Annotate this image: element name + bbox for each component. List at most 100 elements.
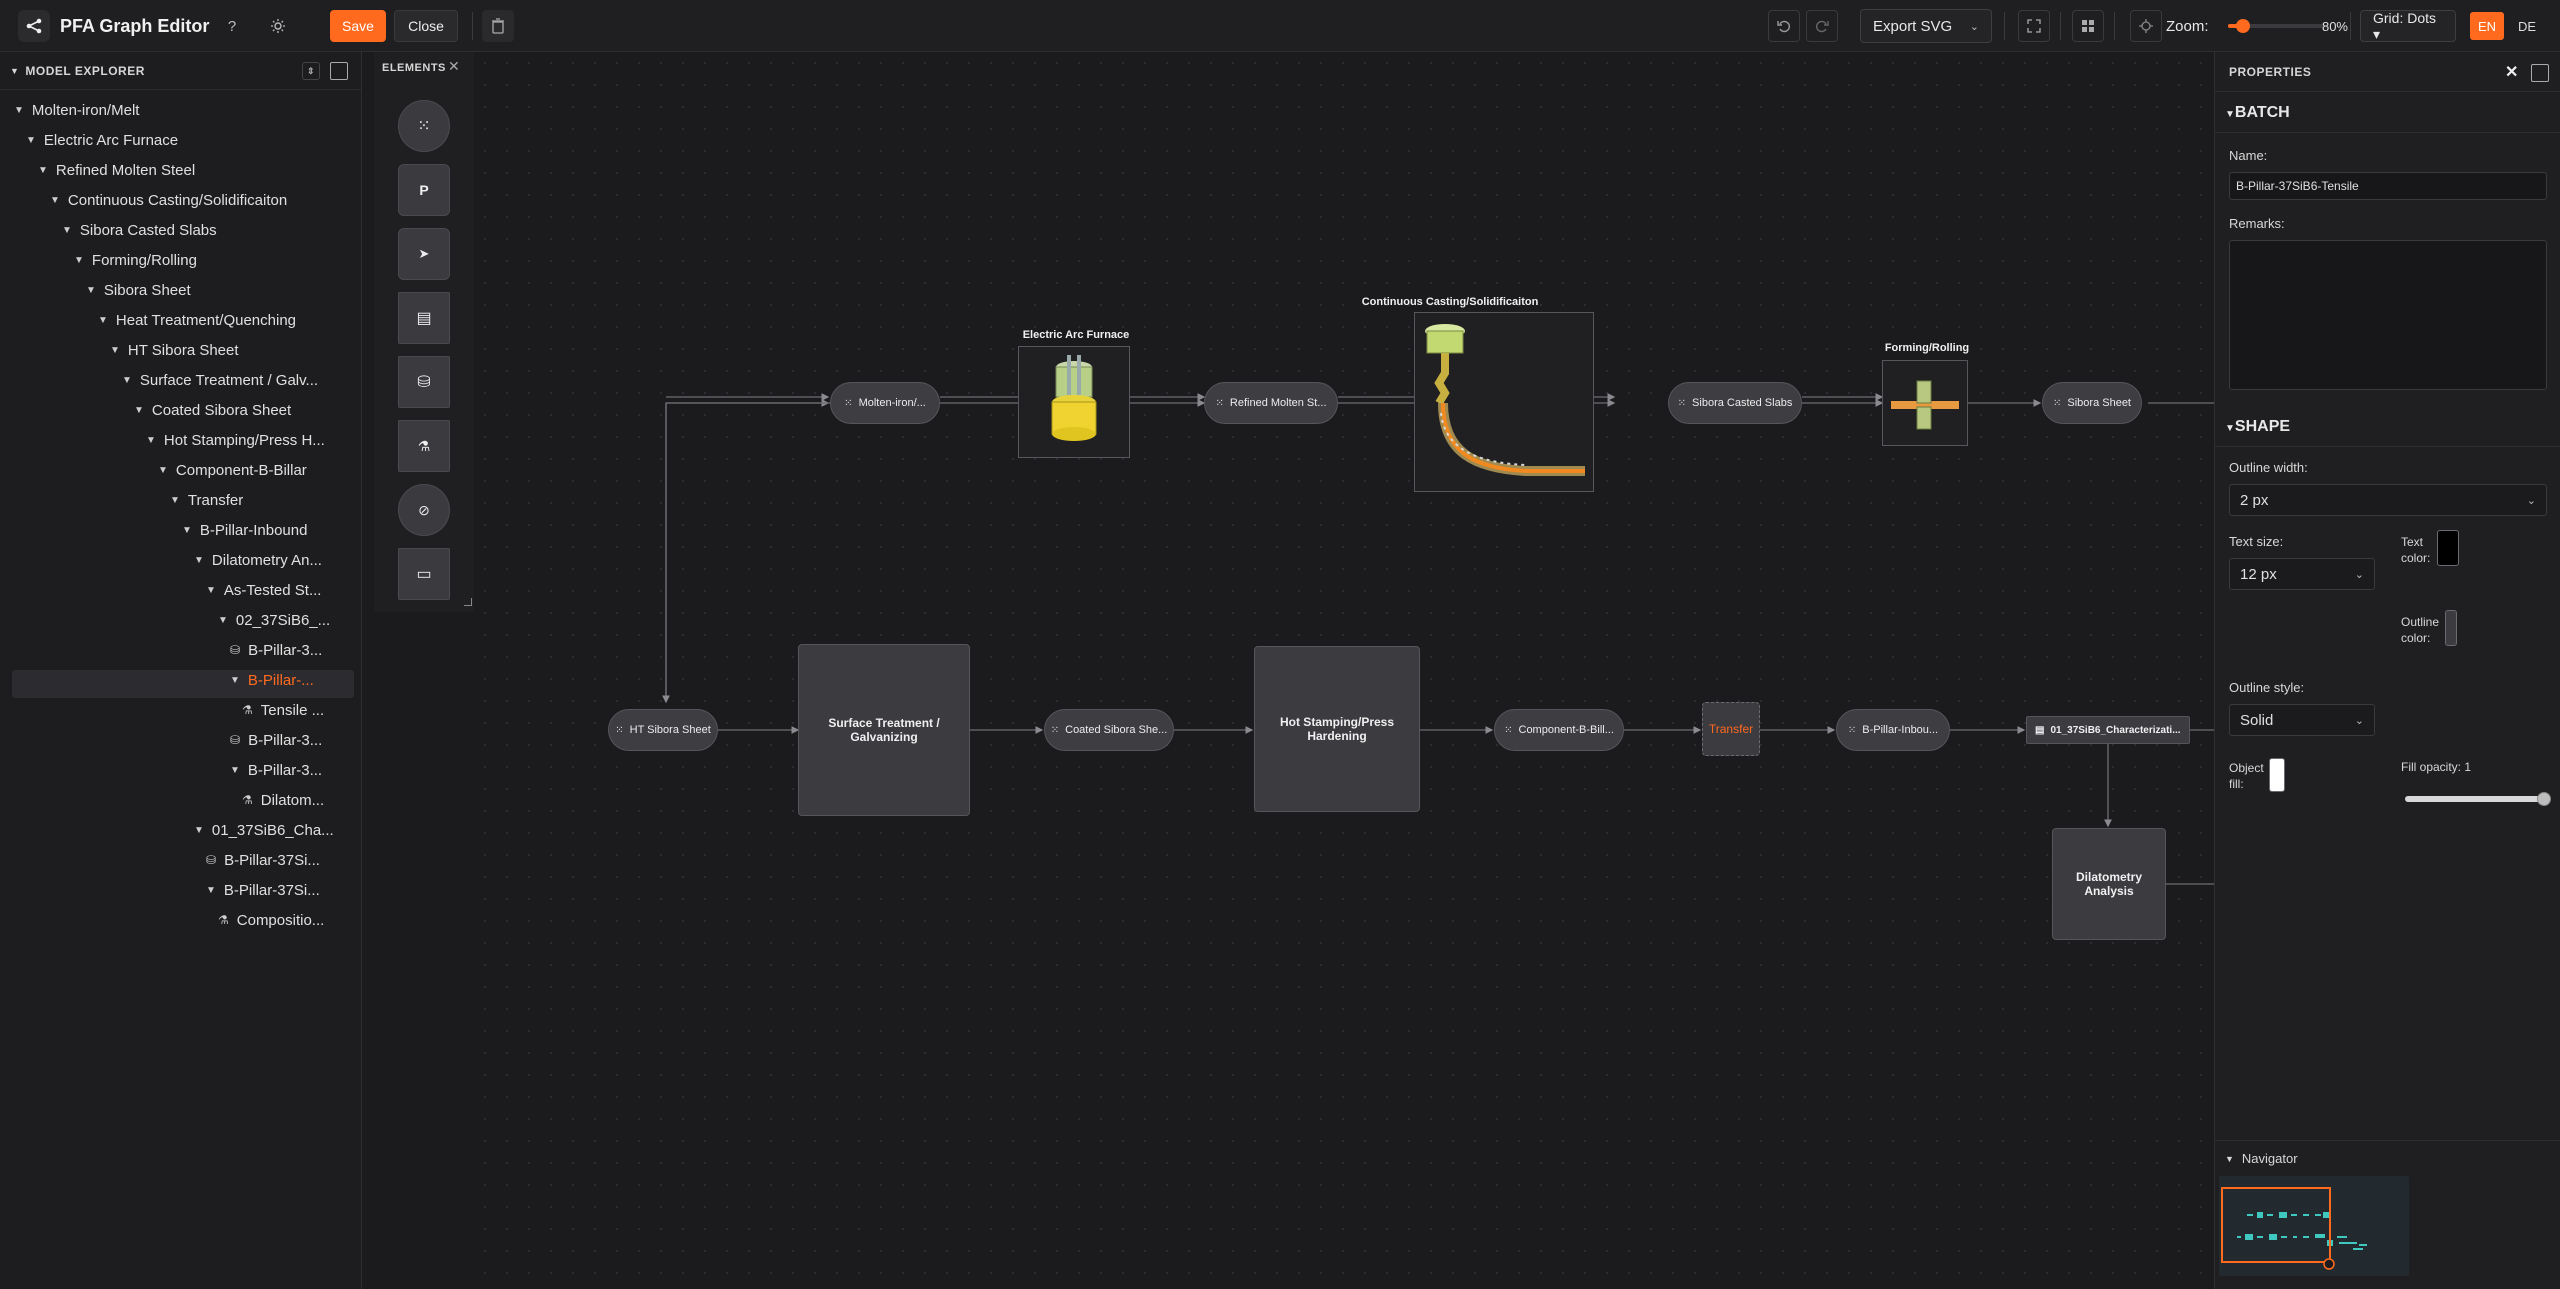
tree-item[interactable]: ▼ B-Pillar-37Si... <box>206 876 320 904</box>
comment-node-button[interactable]: ▭ <box>398 548 450 600</box>
auto-layout-icon[interactable] <box>2072 10 2104 42</box>
grid-dropdown[interactable]: Grid: Dots ▾ <box>2360 10 2456 42</box>
document-node-button[interactable]: ▤ <box>398 292 450 344</box>
expand-caret-icon[interactable]: ▼ <box>74 255 84 266</box>
collapse-caret-icon[interactable]: ▼ <box>10 66 19 76</box>
expand-caret-icon[interactable]: ▼ <box>14 105 24 116</box>
continuous-casting-node[interactable] <box>1414 312 1594 492</box>
tree-item[interactable]: ▼ As-Tested St... <box>206 576 321 604</box>
undo-icon[interactable] <box>1768 10 1800 42</box>
tree-item[interactable]: ⚗ Tensile ... <box>242 696 324 724</box>
zoom-slider-handle[interactable] <box>2235 19 2250 33</box>
tree-item[interactable]: ▼ Electric Arc Furnace <box>26 126 178 154</box>
tree-item[interactable]: ▼ Refined Molten Steel <box>38 156 195 184</box>
tree-item[interactable]: ▼ Coated Sibora Sheet <box>134 396 291 424</box>
tree-item[interactable]: ▼ Transfer <box>170 486 243 514</box>
batch-section-header[interactable]: ▼BATCH <box>2225 104 2290 122</box>
expand-caret-icon[interactable]: ▼ <box>50 195 60 206</box>
outline-width-select[interactable]: 2 px ⌄ <box>2229 484 2547 516</box>
outline-style-select[interactable]: Solid ⌄ <box>2229 704 2375 736</box>
tree-item[interactable]: ⚗ Compositio... <box>218 906 324 934</box>
fill-opacity-handle[interactable] <box>2537 792 2551 806</box>
expand-caret-icon[interactable]: ▼ <box>182 525 192 536</box>
product-node-refined-molten-steel[interactable]: ⁙ Refined Molten St... <box>1204 382 1338 424</box>
product-node-component-b-billar[interactable]: ⁙ Component-B-Bill... <box>1494 709 1624 751</box>
expand-caret-icon[interactable]: ▼ <box>38 165 48 176</box>
tree-item[interactable]: ▼ Hot Stamping/Press H... <box>146 426 325 454</box>
tree-item[interactable]: ▼ Sibora Casted Slabs <box>62 216 217 244</box>
tree-item[interactable]: ▼ B-Pillar-... <box>230 666 314 694</box>
expand-caret-icon[interactable]: ▼ <box>62 225 72 236</box>
expand-caret-icon[interactable]: ▼ <box>134 405 144 416</box>
tree-item[interactable]: ▼ Dilatometry An... <box>194 546 322 574</box>
tree-item[interactable]: ▼ B-Pillar-3... <box>230 756 322 784</box>
sort-icon[interactable]: ⇕ <box>302 62 320 80</box>
expand-caret-icon[interactable]: ▼ <box>206 585 216 596</box>
text-color-swatch[interactable] <box>2437 530 2459 566</box>
expand-caret-icon[interactable]: ▼ <box>98 315 108 326</box>
lang-de-button[interactable]: DE <box>2510 12 2544 40</box>
expand-caret-icon[interactable]: ▼ <box>146 435 156 446</box>
graph-canvas[interactable]: ⁙ Molten-iron/... Electric Arc Furnace ⁙… <box>474 52 2214 1289</box>
link-node-button[interactable]: ⊘ <box>398 484 450 536</box>
delete-icon[interactable] <box>482 10 514 42</box>
expand-caret-icon[interactable]: ▼ <box>230 675 240 686</box>
product-node-coated-sibora-sheet[interactable]: ⁙ Coated Sibora She... <box>1044 709 1174 751</box>
tree-item[interactable]: ▼ HT Sibora Sheet <box>110 336 239 364</box>
save-button[interactable]: Save <box>330 10 386 42</box>
navigator-minimap[interactable] <box>2219 1176 2409 1276</box>
navigator-header[interactable]: ▼ Navigator <box>2215 1140 2560 1176</box>
process-surface-treatment[interactable]: Surface Treatment / Galvanizing <box>798 644 970 816</box>
tree-item[interactable]: ▼ Molten-iron/Melt <box>14 96 139 124</box>
expand-caret-icon[interactable]: ▼ <box>158 465 168 476</box>
outline-color-swatch[interactable] <box>2445 610 2457 646</box>
redo-icon[interactable] <box>1806 10 1838 42</box>
expand-caret-icon[interactable]: ▼ <box>206 885 216 896</box>
transfer-node-button[interactable]: ➤ <box>398 228 450 280</box>
product-node-sibora-sheet[interactable]: ⁙ Sibora Sheet <box>2042 382 2142 424</box>
document-node-characterization[interactable]: ▤ 01_37SiB6_Characterizati... <box>2026 716 2190 744</box>
expand-caret-icon[interactable]: ▼ <box>122 375 132 386</box>
tree-item[interactable]: ⛁ B-Pillar-3... <box>230 636 322 664</box>
electric-arc-furnace-node[interactable] <box>1018 346 1130 458</box>
expand-caret-icon[interactable]: ▼ <box>26 135 36 146</box>
database-node-button[interactable]: ⛁ <box>398 356 450 408</box>
expand-caret-icon[interactable]: ▼ <box>230 765 240 776</box>
settings-sun-icon[interactable] <box>262 10 294 42</box>
expand-caret-icon[interactable]: ▼ <box>194 555 204 566</box>
tree-item[interactable]: ⛁ B-Pillar-3... <box>230 726 322 754</box>
process-dilatometry-analysis[interactable]: Dilatometry Analysis <box>2052 828 2166 940</box>
tree-item[interactable]: ▼ Component-B-Billar <box>158 456 307 484</box>
product-node-button[interactable]: ⁙ <box>398 100 450 152</box>
tree-item[interactable]: ▼ 02_37SiB6_... <box>218 606 330 634</box>
object-fill-swatch[interactable] <box>2269 758 2285 792</box>
tree-item[interactable]: ▼ Continuous Casting/Solidificaiton <box>50 186 287 214</box>
process-node-button[interactable]: P <box>398 164 450 216</box>
transfer-node[interactable]: Transfer <box>1702 702 1760 756</box>
tree-item[interactable]: ▼ Sibora Sheet <box>86 276 191 304</box>
tree-item[interactable]: ⛁ B-Pillar-37Si... <box>206 846 320 874</box>
close-icon[interactable]: ✕ <box>2505 62 2519 82</box>
fit-view-icon[interactable] <box>2018 10 2050 42</box>
close-icon[interactable]: ✕ <box>448 58 460 75</box>
process-hot-stamping[interactable]: Hot Stamping/Press Hardening <box>1254 646 1420 812</box>
help-button[interactable]: ? <box>216 10 248 42</box>
expand-caret-icon[interactable]: ▼ <box>170 495 180 506</box>
product-node-b-pillar-inbound[interactable]: ⁙ B-Pillar-Inbou... <box>1836 709 1950 751</box>
lang-en-button[interactable]: EN <box>2470 12 2505 40</box>
dock-panel-icon[interactable] <box>2531 64 2549 82</box>
measurement-node-button[interactable]: ⚗ <box>398 420 450 472</box>
tree-item[interactable]: ⚗ Dilatom... <box>242 786 324 814</box>
dock-panel-icon[interactable] <box>330 62 348 80</box>
center-view-icon[interactable] <box>2130 10 2162 42</box>
shape-section-header[interactable]: ▼SHAPE <box>2225 418 2290 436</box>
tree-item[interactable]: ▼ 01_37SiB6_Cha... <box>194 816 334 844</box>
resize-handle-icon[interactable] <box>464 598 472 606</box>
expand-caret-icon[interactable]: ▼ <box>194 825 204 836</box>
export-svg-dropdown[interactable]: Export SVG ⌄ <box>1860 9 1992 43</box>
expand-caret-icon[interactable]: ▼ <box>86 285 96 296</box>
tree-item[interactable]: ▼ Heat Treatment/Quenching <box>98 306 296 334</box>
tree-item[interactable]: ▼ B-Pillar-Inbound <box>182 516 307 544</box>
fill-opacity-slider[interactable] <box>2405 792 2551 806</box>
product-node-sibora-casted-slabs[interactable]: ⁙ Sibora Casted Slabs <box>1668 382 1802 424</box>
